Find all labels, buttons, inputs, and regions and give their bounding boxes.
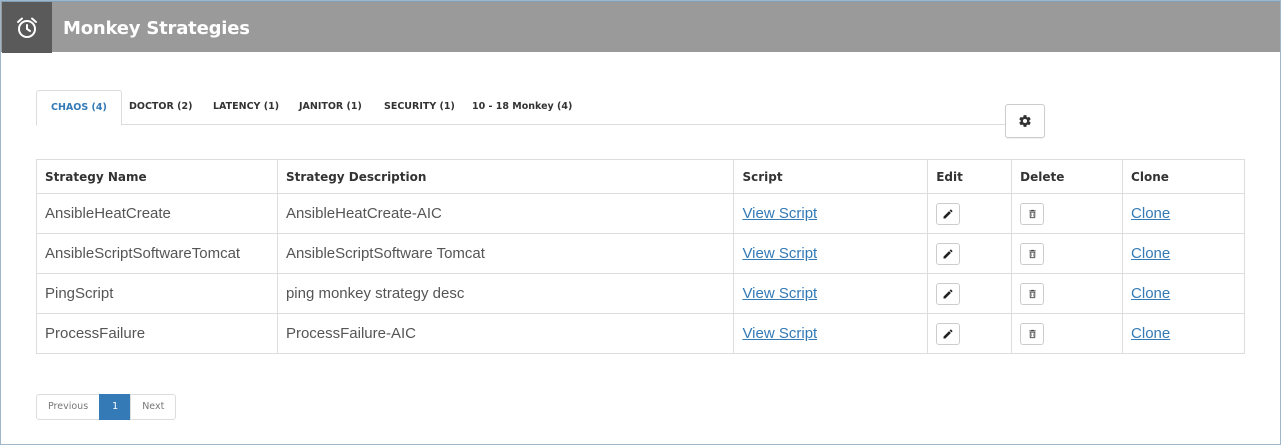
clone-link[interactable]: Clone [1131, 325, 1170, 342]
delete-button[interactable] [1020, 202, 1045, 225]
edit-button[interactable] [936, 202, 961, 225]
strategy-name-cell: PingScript [36, 273, 278, 314]
gear-icon [1019, 115, 1031, 127]
pagination: Previous 1 Next [36, 394, 177, 420]
tab-security[interactable]: SECURITY (1) [370, 90, 469, 125]
edit-button[interactable] [936, 282, 961, 305]
previous-page-button[interactable]: Previous [36, 394, 101, 420]
view-script-link[interactable]: View Script [742, 205, 817, 222]
settings-button[interactable] [1005, 104, 1045, 138]
page-title: Monkey Strategies [63, 18, 250, 39]
tab-chaos[interactable]: CHAOS (4) [36, 90, 122, 126]
pencil-icon [943, 328, 953, 338]
page-1-button[interactable]: 1 [99, 394, 132, 420]
edit-button[interactable] [936, 322, 961, 345]
trash-icon [1028, 209, 1036, 218]
column-header-strategy-description[interactable]: Strategy Description [276, 159, 735, 194]
tab-doctor[interactable]: DOCTOR (2) [115, 90, 206, 125]
column-header-clone: Clone [1122, 159, 1245, 194]
strategy-description-cell: AnsibleScriptSoftware Tomcat [276, 233, 735, 274]
strategy-description-cell: AnsibleHeatCreate-AIC [276, 193, 735, 234]
table-row: AnsibleHeatCreate AnsibleHeatCreate-AIC … [36, 193, 1245, 234]
table-row: AnsibleScriptSoftwareTomcat AnsibleScrip… [36, 233, 1245, 274]
table-row: PingScript ping monkey strategy desc Vie… [36, 273, 1245, 314]
column-header-delete: Delete [1011, 159, 1124, 194]
delete-button[interactable] [1020, 322, 1045, 345]
delete-button[interactable] [1020, 282, 1045, 305]
next-page-button[interactable]: Next [130, 394, 177, 420]
page-header: Monkey Strategies [1, 1, 1280, 53]
strategy-description-cell: ping monkey strategy desc [276, 273, 735, 314]
clone-link[interactable]: Clone [1131, 205, 1170, 222]
strategy-tabs: CHAOS (4) DOCTOR (2) LATENCY (1) JANITOR… [36, 90, 1006, 126]
alarm-clock-icon[interactable] [2, 2, 52, 53]
strategy-name-cell: AnsibleHeatCreate [36, 193, 278, 234]
strategy-description-cell: ProcessFailure-AIC [276, 313, 735, 354]
strategy-name-cell: AnsibleScriptSoftwareTomcat [36, 233, 278, 274]
trash-icon [1028, 249, 1036, 258]
view-script-link[interactable]: View Script [742, 245, 817, 262]
table-row: ProcessFailure ProcessFailure-AIC View S… [36, 313, 1245, 354]
pencil-icon [943, 288, 953, 298]
edit-button[interactable] [936, 242, 961, 265]
delete-button[interactable] [1020, 242, 1045, 265]
pencil-icon [943, 208, 953, 218]
strategies-table: Strategy Name Strategy Description Scrip… [36, 159, 1245, 354]
tab-10-18-monkey[interactable]: 10 - 18 Monkey (4) [458, 90, 586, 125]
trash-icon [1028, 289, 1036, 298]
clone-link[interactable]: Clone [1131, 285, 1170, 302]
tab-latency[interactable]: LATENCY (1) [199, 90, 293, 125]
trash-icon [1028, 329, 1036, 338]
column-header-strategy-name[interactable]: Strategy Name [36, 159, 278, 194]
clone-link[interactable]: Clone [1131, 245, 1170, 262]
pencil-icon [943, 248, 953, 258]
view-script-link[interactable]: View Script [742, 325, 817, 342]
tab-janitor[interactable]: JANITOR (1) [285, 90, 376, 125]
column-header-script[interactable]: Script [733, 159, 929, 194]
strategy-name-cell: ProcessFailure [36, 313, 278, 354]
column-header-edit: Edit [927, 159, 1013, 194]
view-script-link[interactable]: View Script [742, 285, 817, 302]
table-header-row: Strategy Name Strategy Description Scrip… [36, 159, 1245, 194]
